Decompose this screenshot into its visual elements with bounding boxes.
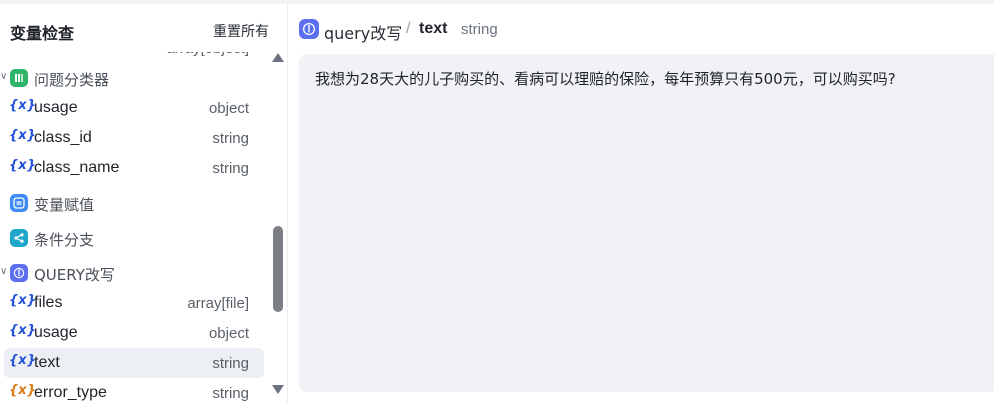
variable-name: files	[34, 294, 63, 311]
variable-name: class_name	[34, 159, 120, 176]
panel-title: 变量检查	[10, 24, 75, 43]
variable-icon: {x}	[9, 293, 36, 308]
breadcrumb-node-name: query改写	[324, 24, 403, 43]
variable-icon: {x}	[9, 98, 36, 113]
variable-row-text-selected[interactable]: {x} text string	[4, 348, 264, 378]
node-label: 条件分支	[34, 231, 95, 249]
variable-row-class-id[interactable]: {x} class_id string	[0, 123, 268, 153]
detail-breadcrumb: query改写 / text string	[289, 4, 994, 52]
variable-name: usage	[34, 324, 78, 341]
chevron-down-icon[interactable]: ∨	[0, 71, 7, 82]
node-variable-assign[interactable]: 变量赋值	[0, 188, 268, 218]
variable-type: object	[208, 325, 249, 342]
variable-type: string	[212, 385, 249, 402]
scrollbar-thumb[interactable]	[273, 226, 283, 312]
variable-name: error_type	[34, 384, 107, 401]
variable-detail-panel: query改写 / text string 我想为28天大的儿子购买的、看病可以…	[289, 4, 994, 403]
breadcrumb-separator: /	[406, 20, 411, 37]
variable-row-usage[interactable]: {x} usage object	[0, 318, 268, 348]
rewrite-icon	[299, 19, 319, 39]
variable-value-text: 我想为28天大的儿子购买的、看病可以理赔的保险，每年预算只有500元，可以购买吗…	[315, 70, 896, 88]
rewrite-icon	[10, 264, 28, 282]
variable-row-usage[interactable]: {x} usage object	[0, 93, 268, 123]
variable-name: usage	[34, 99, 78, 116]
variable-icon: {x}	[9, 353, 36, 368]
variable-type: string	[212, 130, 249, 147]
variable-value-box[interactable]: 我想为28天大的儿子购买的、看病可以理赔的保险，每年预算只有500元，可以购买吗…	[299, 54, 994, 392]
breadcrumb-variable-type: string	[461, 21, 498, 38]
node-question-classifier[interactable]: ∨ 问题分类器	[0, 63, 268, 93]
variable-row-files[interactable]: {x} files array[file]	[0, 288, 268, 318]
error-variable-icon: {x}	[9, 383, 36, 398]
variable-row-error-type[interactable]: {x} error_type string	[0, 378, 268, 403]
assign-icon	[10, 194, 28, 212]
variable-name: class_id	[34, 129, 92, 146]
variable-type: array[file]	[187, 295, 249, 312]
variable-inspector-panel: {x} result array[object] ∨ 问题分类器 {x} usa…	[0, 4, 288, 403]
scroll-down-arrow-icon[interactable]	[272, 385, 284, 394]
node-query-rewrite[interactable]: ∨ QUERY改写	[0, 258, 268, 288]
scroll-up-arrow-icon[interactable]	[272, 53, 284, 62]
node-condition-branch[interactable]: 条件分支	[0, 223, 268, 253]
variable-name: text	[34, 354, 60, 371]
reset-all-button[interactable]: 重置所有	[213, 21, 269, 41]
variable-icon: {x}	[9, 323, 36, 338]
node-label: 问题分类器	[34, 71, 110, 89]
variable-type: string	[212, 355, 249, 372]
breadcrumb-variable-name: text	[419, 20, 448, 37]
node-label: QUERY改写	[34, 266, 115, 284]
branch-icon	[10, 229, 28, 247]
variable-icon: {x}	[9, 158, 36, 173]
variable-row-class-name[interactable]: {x} class_name string	[0, 153, 268, 183]
chevron-down-icon[interactable]: ∨	[0, 266, 7, 277]
variable-icon: {x}	[9, 128, 36, 143]
panel-header: 变量检查 重置所有	[0, 4, 287, 52]
variable-type: object	[208, 100, 249, 117]
variable-type: string	[212, 160, 249, 177]
classifier-icon	[10, 69, 28, 87]
node-label: 变量赋值	[34, 196, 95, 214]
